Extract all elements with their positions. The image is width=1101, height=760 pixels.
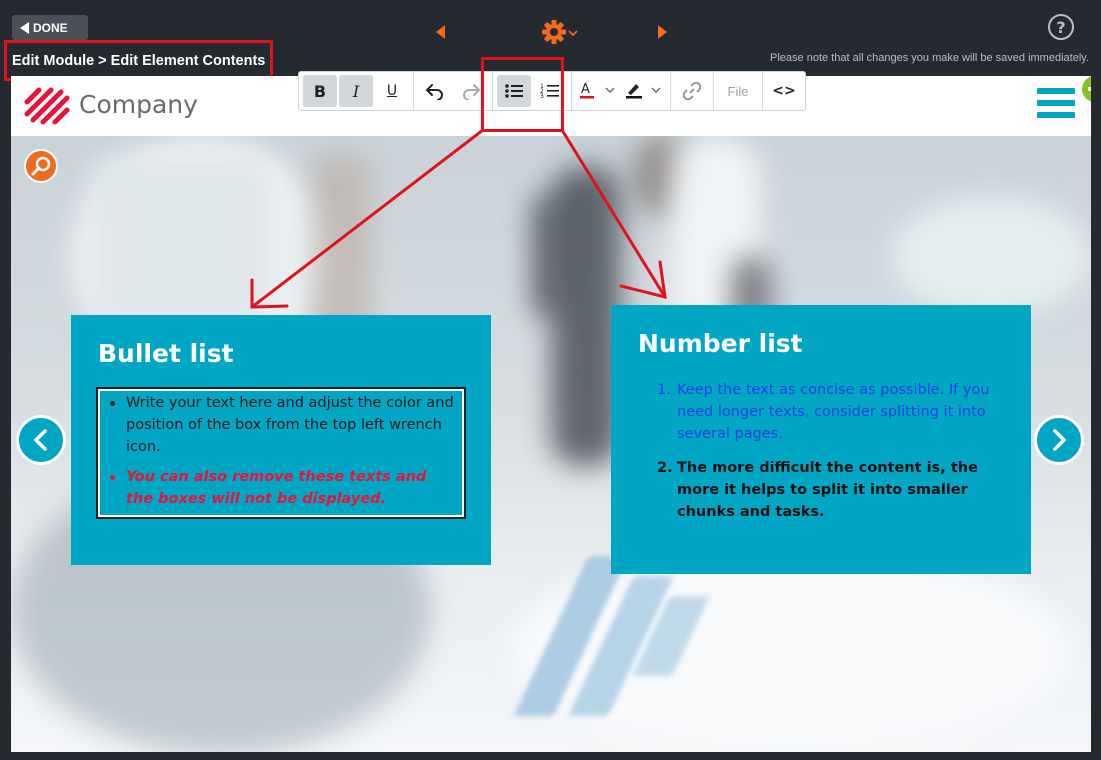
previous-slide-button[interactable] [16,415,66,465]
code-label: <> [772,83,796,99]
text-color-icon: A [580,82,615,99]
bold-label: B [313,81,327,101]
undo-button[interactable] [418,75,452,107]
wrench-icon [31,156,51,176]
bullet-list-icon [505,84,523,98]
toolbar-group-history [414,72,493,110]
next-slide-button[interactable] [1034,415,1084,465]
chevron-left-icon [34,429,47,451]
editor-topbar: DONE Edit Module > Edit Element Contents… [0,0,1101,81]
bullet-text-box[interactable]: Write your text here and adjust the colo… [96,387,466,519]
help-label: ? [1056,17,1066,37]
done-label: DONE [33,20,68,35]
next-page-arrow-icon[interactable] [658,25,667,39]
toolbar-group-file: File [714,72,763,110]
bullet-card-title: Bullet list [98,339,234,368]
file-label: File [727,83,749,99]
bullet-list-item: You can also remove these texts and the … [106,466,458,510]
wrench-settings-button[interactable] [24,149,58,183]
highlighter-icon [626,84,661,99]
back-triangle-icon [20,21,29,34]
numbered-list-item: 2. The more difficult the content is, th… [649,457,1009,523]
save-notice: Please note that all changes you make wi… [770,52,1089,64]
number-card-title: Number list [638,329,803,358]
link-icon [682,81,702,101]
company-logo: Company [23,82,198,126]
italic-label: I [352,81,360,101]
help-button[interactable]: ? [1048,14,1074,40]
bullet-list-item: Write your text here and adjust the colo… [106,392,458,458]
file-button[interactable]: File [718,75,758,107]
undo-icon [425,84,443,100]
list-item-text: Keep the text as concise as possible. If… [677,382,990,442]
company-name: Company [79,89,198,119]
hamburger-menu-icon[interactable] [1037,88,1075,120]
numbered-list-icon: 1 2 3 [540,83,559,100]
redo-icon [463,84,481,100]
company-logo-mark-icon [24,87,70,125]
previous-page-arrow-icon[interactable] [436,25,445,39]
italic-button[interactable]: I [339,75,373,107]
breadcrumb-text: Edit Module > Edit Element Contents [12,52,266,69]
source-code-button[interactable]: <> [767,75,801,107]
highlight-color-button[interactable] [622,75,666,107]
toolbar-group-lists: 1 2 3 [493,72,572,110]
breadcrumb: Edit Module > Edit Element Contents [4,40,273,81]
done-button[interactable]: DONE [12,15,88,40]
svg-text:3: 3 [540,93,544,100]
numbered-list-button[interactable]: 1 2 3 [533,75,567,107]
list-number: 2. [657,460,673,476]
bold-button[interactable]: B [303,75,337,107]
redo-button[interactable] [454,75,488,107]
toolbar-group-color: A [572,72,671,110]
numbered-list-item: 1. Keep the text as concise as possible.… [649,379,1009,445]
bullet-list: Write your text here and adjust the colo… [106,392,458,510]
link-button[interactable] [675,75,709,107]
number-list-card[interactable]: Number list 1. Keep the text as concise … [611,305,1031,574]
text-color-button[interactable]: A [576,75,620,107]
svg-text:A: A [581,82,590,97]
numbered-list: 1. Keep the text as concise as possible.… [649,379,1009,523]
toolbar-group-style: B I U [299,72,414,110]
bullet-list-card[interactable]: Bullet list Write your text here and adj… [71,315,491,565]
underline-label: U [386,83,398,99]
underline-button[interactable]: U [375,75,409,107]
text-formatting-toolbar: B I U 1 2 3 A File <> [298,71,806,111]
list-number: 1. [657,382,671,398]
toolbar-group-code: <> [763,72,805,110]
settings-gear-icon[interactable] [540,17,582,47]
editor-frame: DONE Edit Module > Edit Element Contents… [0,0,1101,760]
list-item-text: The more difficult the content is, the m… [677,460,978,520]
toolbar-group-insert [671,72,714,110]
chevron-right-icon [1053,429,1066,451]
bullet-list-button[interactable] [497,75,531,107]
